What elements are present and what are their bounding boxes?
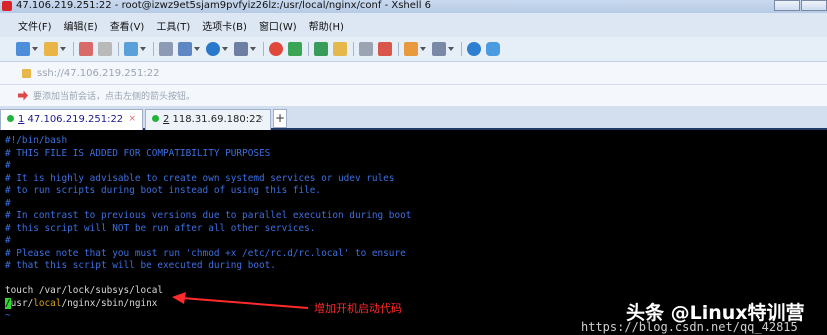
toolbar-divider	[118, 42, 119, 56]
terminal-line: #!/bin/bash	[5, 135, 68, 146]
terminal-line: # this script will NOT be run after all …	[5, 222, 316, 234]
terminal-line: #	[5, 235, 11, 246]
open-folder-icon[interactable]	[44, 42, 58, 56]
tab-label: 118.31.69.180:22	[169, 114, 262, 125]
close-icon[interactable]: ×	[256, 110, 264, 129]
terminal-line: # THIS FILE IS ADDED FOR COMPATIBILITY P…	[5, 147, 271, 159]
tab-session-1[interactable]: 1 47.106.219.251:22 ×	[0, 109, 143, 130]
connected-status-icon	[7, 115, 14, 122]
globe-icon[interactable]	[206, 42, 220, 56]
terminal-line: #	[5, 160, 11, 171]
chevron-down-icon[interactable]	[250, 47, 256, 51]
annotation-arrow	[172, 292, 309, 309]
chevron-down-icon[interactable]	[448, 47, 454, 51]
layout-icon[interactable]	[178, 42, 192, 56]
chevron-down-icon[interactable]	[222, 47, 228, 51]
menu-help[interactable]: 帮助(H)	[309, 18, 344, 33]
hint-text: 要添加当前会话，点击左侧的箭头按钮。	[33, 92, 196, 102]
menu-view[interactable]: 查看(V)	[110, 18, 145, 33]
highlight-icon[interactable]	[378, 42, 392, 56]
terminal-command-line: /usr/local/nginx/sbin/nginx	[5, 297, 158, 311]
path-segment: usr/	[10, 297, 34, 309]
menu-edit[interactable]: 编辑(E)	[64, 18, 98, 33]
toolbar-divider	[263, 42, 264, 56]
chat-icon[interactable]	[486, 42, 500, 56]
path-segment: /nginx/sbin/nginx	[61, 297, 158, 309]
path-segment-keyword: local	[33, 297, 62, 309]
compose-icon[interactable]	[404, 42, 418, 56]
terminal-line: # In contrast to previous versions due t…	[5, 210, 412, 221]
help-icon[interactable]	[467, 42, 481, 56]
terminal-line: # Please note that you must run 'chmod +…	[5, 247, 406, 259]
lock-icon	[22, 68, 31, 78]
terminal-tilde: ~	[5, 310, 11, 321]
address-input[interactable]: ssh://47.106.219.251:22	[37, 68, 159, 79]
xshell-app-icon	[2, 1, 12, 11]
chevron-down-icon[interactable]	[420, 47, 426, 51]
tab-bar: 1 47.106.219.251:22 × 2 118.31.69.180:22…	[0, 106, 827, 130]
watermark-url: https://blog.csdn.net/qq_42815	[581, 320, 798, 334]
new-session-icon[interactable]	[16, 42, 30, 56]
address-bar: ssh://47.106.219.251:22	[0, 61, 827, 84]
menu-bar: 文件(F) 编辑(E) 查看(V) 工具(T) 选项卡(B) 窗口(W) 帮助(…	[0, 13, 827, 37]
xshell-icon[interactable]	[269, 42, 283, 56]
menu-window[interactable]: 窗口(W)	[259, 18, 297, 33]
terminal-line: touch /var/lock/subsys/local	[5, 285, 164, 296]
tile-icon[interactable]	[432, 42, 446, 56]
maximize-button[interactable]	[801, 0, 827, 11]
connected-status-icon	[152, 115, 159, 122]
menu-file[interactable]: 文件(F)	[18, 18, 52, 33]
terminal-line: # to run scripts during boot instead of …	[5, 185, 322, 196]
xftp-icon[interactable]	[288, 42, 302, 56]
find-icon[interactable]	[159, 42, 173, 56]
lock-icon[interactable]	[333, 42, 347, 56]
connect-icon[interactable]	[79, 42, 93, 56]
toolbar-divider	[73, 42, 74, 56]
terminal-line: # It is highly advisable to create own s…	[5, 172, 395, 184]
terminal-line: # that this script will be executed duri…	[5, 260, 276, 271]
toolbar-divider	[153, 42, 154, 56]
keyboard-icon[interactable]	[359, 42, 373, 56]
tab-session-2[interactable]: 2 118.31.69.180:22 ×	[145, 109, 271, 130]
font-icon[interactable]	[234, 42, 248, 56]
chevron-down-icon[interactable]	[140, 47, 146, 51]
menu-tools[interactable]: 工具(T)	[156, 18, 190, 33]
fullscreen-icon[interactable]	[314, 42, 328, 56]
title-bar: 47.106.219.251:22 - root@izwz9et5sjam9pv…	[0, 0, 827, 13]
close-icon[interactable]: ×	[128, 110, 136, 129]
hint-bar: 要添加当前会话，点击左侧的箭头按钮。	[0, 84, 827, 106]
chevron-down-icon[interactable]	[194, 47, 200, 51]
toolbar-divider	[308, 42, 309, 56]
terminal-line: #	[5, 197, 11, 209]
reconnect-icon[interactable]	[124, 42, 138, 56]
toolbar-divider	[353, 42, 354, 56]
annotation-label: 增加开机启动代码	[314, 302, 402, 315]
new-tab-button[interactable]: +	[273, 109, 287, 128]
add-session-arrow-icon[interactable]	[18, 90, 28, 101]
toolbar-divider	[398, 42, 399, 56]
chevron-down-icon[interactable]	[60, 47, 66, 51]
toolbar	[0, 37, 827, 61]
window-title: 47.106.219.251:22 - root@izwz9et5sjam9pv…	[16, 0, 432, 11]
minimize-button[interactable]	[774, 0, 800, 11]
tab-label: 47.106.219.251:22	[24, 114, 124, 125]
disconnect-icon[interactable]	[98, 42, 112, 56]
toolbar-divider	[461, 42, 462, 56]
menu-tabs[interactable]: 选项卡(B)	[202, 18, 247, 33]
chevron-down-icon[interactable]	[32, 47, 38, 51]
